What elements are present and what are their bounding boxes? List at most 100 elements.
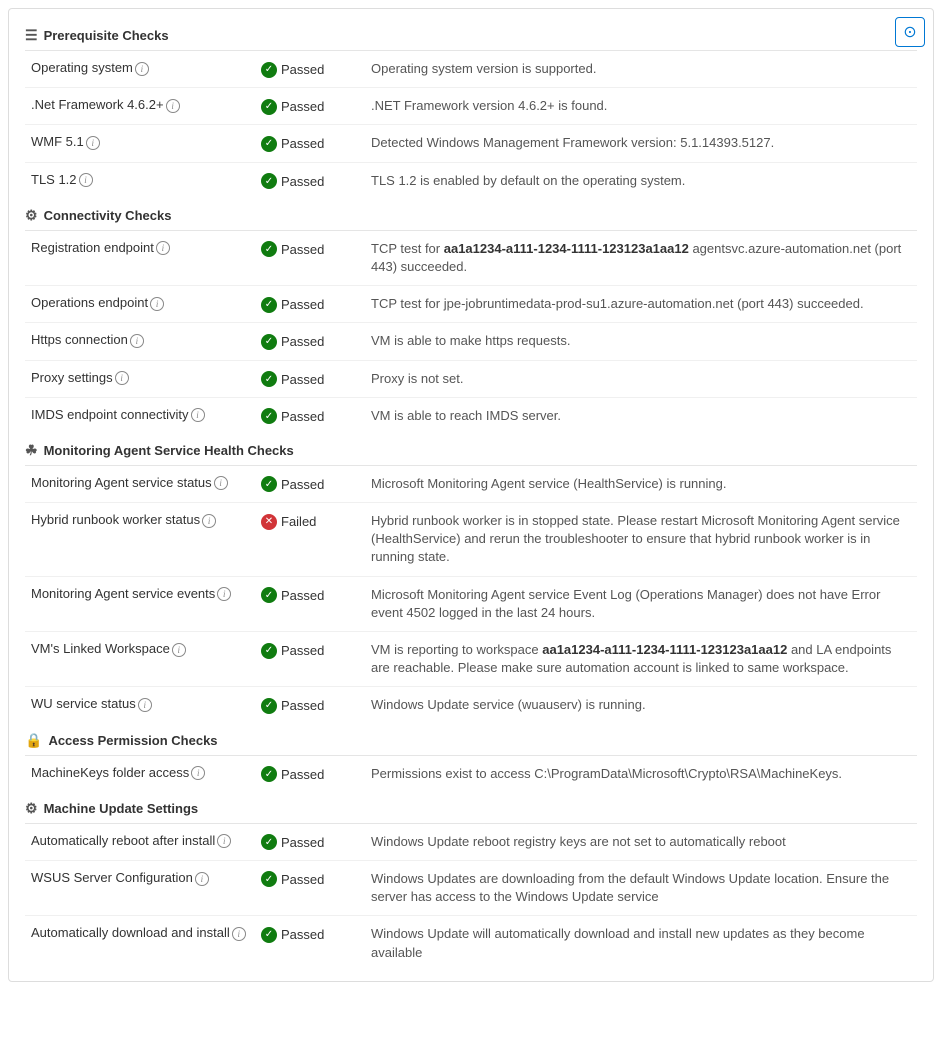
pass-icon: ✓ <box>261 476 277 492</box>
table-row: Operating systemi✓PassedOperating system… <box>25 51 917 88</box>
pass-icon: ✓ <box>261 173 277 189</box>
pass-icon: ✓ <box>261 136 277 152</box>
status-text: Passed <box>281 927 324 942</box>
table-prerequisite: Operating systemi✓PassedOperating system… <box>25 51 917 199</box>
section-header-monitoring: ☘ Monitoring Agent Service Health Checks <box>25 434 917 466</box>
info-icon[interactable]: i <box>156 241 170 255</box>
status-text: Passed <box>281 372 324 387</box>
info-icon[interactable]: i <box>191 766 205 780</box>
status-text: Passed <box>281 767 324 782</box>
section-label-machineupdate: Machine Update Settings <box>44 801 199 816</box>
status-text: Passed <box>281 588 324 603</box>
section-header-access: 🔒Access Permission Checks <box>25 724 917 756</box>
status-text: Passed <box>281 698 324 713</box>
info-icon[interactable]: i <box>217 587 231 601</box>
status-text: Passed <box>281 477 324 492</box>
capture-button[interactable]: ⊙ <box>895 17 925 47</box>
check-name-cell: .Net Framework 4.6.2+i <box>25 88 255 125</box>
info-icon[interactable]: i <box>195 872 209 886</box>
pass-icon: ✓ <box>261 927 277 943</box>
section-label-access: Access Permission Checks <box>48 733 217 748</box>
check-description: TCP test for aa1a1234-a111-1234-1111-123… <box>365 231 917 286</box>
check-name-cell: Registration endpointi <box>25 231 255 286</box>
pass-icon: ✓ <box>261 408 277 424</box>
check-name: Operations endpoint <box>31 295 148 310</box>
fail-icon: ✕ <box>261 514 277 530</box>
status-badge: ✓Passed <box>261 766 324 782</box>
status-text: Passed <box>281 242 324 257</box>
check-description: Windows Update reboot registry keys are … <box>365 824 917 861</box>
check-description: VM is reporting to workspace aa1a1234-a1… <box>365 632 917 687</box>
check-name-cell: Automatically reboot after installi <box>25 824 255 861</box>
info-icon[interactable]: i <box>202 514 216 528</box>
section-label-connectivity: Connectivity Checks <box>44 208 172 223</box>
check-name: VM's Linked Workspace <box>31 641 170 656</box>
check-description: Operating system version is supported. <box>365 51 917 88</box>
table-row: Operations endpointi✓PassedTCP test for … <box>25 286 917 323</box>
status-badge: ✓Passed <box>261 173 324 189</box>
check-description: Windows Update will automatically downlo… <box>365 916 917 971</box>
table-row: Automatically reboot after installi ✓Pass… <box>25 824 917 861</box>
sections-wrapper: ☰Prerequisite ChecksOperating systemi✓Pa… <box>25 19 917 971</box>
status-badge: ✓Passed <box>261 698 324 714</box>
section-connectivity: ⚙Connectivity ChecksRegistration endpoin… <box>25 199 917 434</box>
info-icon[interactable]: i <box>130 334 144 348</box>
info-icon[interactable]: i <box>232 927 246 941</box>
table-row: WU service statusi✓PassedWindows Update … <box>25 687 917 724</box>
check-description: VM is able to make https requests. <box>365 323 917 360</box>
check-name: MachineKeys folder access <box>31 765 189 780</box>
info-icon[interactable]: i <box>79 173 93 187</box>
table-row: WMF 5.1i ✓ Passed Detected Windows Manageme… <box>25 125 917 162</box>
table-row: Monitoring Agent service eventsi ✓ Passed M… <box>25 576 917 631</box>
check-description: Hybrid runbook worker is in stopped stat… <box>365 503 917 577</box>
table-access: MachineKeys folder accessi✓PassedPermiss… <box>25 756 917 792</box>
status-badge: ✓ Passed <box>261 371 324 387</box>
status-text: Passed <box>281 297 324 312</box>
check-status-cell: ✕ Failed <box>255 503 365 577</box>
check-description: Proxy is not set. <box>365 360 917 397</box>
table-row: Registration endpointi ✓Passed TCP test fo… <box>25 231 917 286</box>
check-name-cell: IMDS endpoint connectivityi <box>25 397 255 434</box>
info-icon[interactable]: i <box>86 136 100 150</box>
info-icon[interactable]: i <box>172 643 186 657</box>
status-text: Passed <box>281 643 324 658</box>
info-icon[interactable]: i <box>214 476 228 490</box>
check-description: Microsoft Monitoring Agent service Event… <box>365 576 917 631</box>
check-description: Detected Windows Management Framework ve… <box>365 125 917 162</box>
info-icon[interactable]: i <box>217 834 231 848</box>
status-text: Passed <box>281 136 324 151</box>
check-description: Windows Updates are downloading from the… <box>365 860 917 915</box>
info-icon[interactable]: i <box>191 408 205 422</box>
section-label-monitoring: Monitoring Agent Service Health Checks <box>44 443 294 458</box>
info-icon[interactable]: i <box>115 371 129 385</box>
check-name: WSUS Server Configuration <box>31 870 193 885</box>
check-name-cell: Monitoring Agent service statusi <box>25 466 255 503</box>
status-text: Failed <box>281 514 316 529</box>
info-icon[interactable]: i <box>138 698 152 712</box>
check-name: Operating system <box>31 60 133 75</box>
section-header-connectivity: ⚙Connectivity Checks <box>25 199 917 231</box>
status-badge: ✓Passed <box>261 241 324 257</box>
section-icon-monitoring: ☘ <box>25 442 38 459</box>
status-badge: ✓Passed <box>261 834 324 850</box>
check-name-cell: VM's Linked Workspacei <box>25 632 255 687</box>
table-row: TLS 1.2i✓PassedTLS 1.2 is enabled by def… <box>25 162 917 199</box>
check-name-cell: Https connectioni <box>25 323 255 360</box>
info-icon[interactable]: i <box>150 297 164 311</box>
status-badge: ✓Passed <box>261 871 324 887</box>
status-badge: ✓ Passed <box>261 927 324 943</box>
check-description: TLS 1.2 is enabled by default on the ope… <box>365 162 917 199</box>
pass-icon: ✓ <box>261 587 277 603</box>
check-name-cell: WMF 5.1i <box>25 125 255 162</box>
info-icon[interactable]: i <box>166 99 180 113</box>
pass-icon: ✓ <box>261 371 277 387</box>
check-status-cell: ✓Passed <box>255 860 365 915</box>
status-badge: ✓ Passed <box>261 587 324 603</box>
check-name-cell: Monitoring Agent service eventsi <box>25 576 255 631</box>
check-status-cell: ✓ Passed <box>255 916 365 971</box>
status-badge: ✓Passed <box>261 334 324 350</box>
info-icon[interactable]: i <box>135 62 149 76</box>
status-badge: ✓Passed <box>261 99 324 115</box>
status-badge: ✓ Passed <box>261 136 324 152</box>
table-connectivity: Registration endpointi ✓ Passed TCP test fo… <box>25 231 917 434</box>
